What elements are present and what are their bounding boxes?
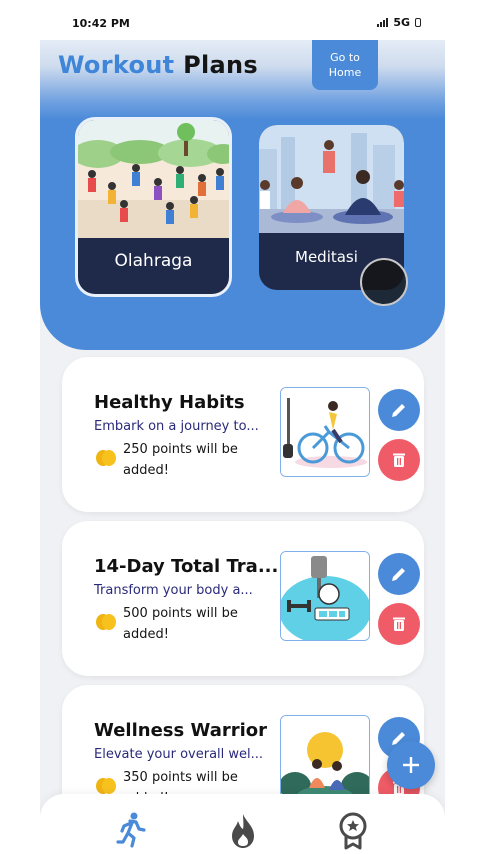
signal-icon: [377, 18, 389, 27]
plan-points-line-1: 350 points will be: [123, 770, 238, 785]
coin-icon: [96, 614, 116, 630]
plan-points-line-1: 250 points will be: [123, 442, 238, 457]
plan-points-line-1: 500 points will be: [123, 606, 238, 621]
trash-icon: [393, 617, 405, 631]
pencil-icon: [392, 568, 405, 581]
plan-title: 14-Day Total Tra...: [94, 556, 279, 577]
plan-card[interactable]: Healthy Habits Embark on a journey to...…: [62, 357, 424, 512]
cycling-illustration: [281, 388, 369, 476]
add-plan-button[interactable]: [387, 741, 435, 789]
pencil-icon: [392, 404, 405, 417]
plan-thumbnail: [280, 715, 370, 805]
delete-button[interactable]: [378, 603, 420, 645]
category-card-olahraga[interactable]: Olahraga: [75, 117, 232, 297]
battery-icon: [415, 18, 421, 27]
wellness-illustration: [281, 716, 369, 804]
status-indicators: 5G: [377, 16, 421, 29]
plan-description: Embark on a journey to...: [94, 419, 259, 434]
status-time: 10:42 PM: [72, 17, 130, 30]
fitness-equipment-illustration: [281, 552, 369, 640]
coin-icon: [96, 778, 116, 794]
plan-points: 500 points will be added!: [123, 603, 263, 645]
nav-rewards[interactable]: [336, 810, 370, 850]
flame-icon: [232, 814, 254, 848]
status-bar: 10:42 PM 5G: [40, 0, 445, 40]
plan-thumbnail: [280, 551, 370, 641]
network-label: 5G: [393, 16, 410, 29]
bottom-navigation: [40, 794, 445, 854]
delete-button[interactable]: [378, 439, 420, 481]
header-panel: Workout Plans Go to Home Olahraga Medita…: [40, 40, 445, 350]
plan-description: Transform your body a...: [94, 583, 253, 598]
trash-icon: [393, 453, 405, 467]
plan-points-line-2: added!: [123, 627, 169, 642]
plan-points-line-2: added!: [123, 463, 169, 478]
touch-indicator: [360, 258, 408, 306]
category-label-olahraga: Olahraga: [114, 251, 193, 271]
go-to-home-button[interactable]: Go to Home: [312, 40, 378, 90]
page-title-word-1: Workout: [58, 51, 175, 79]
edit-button[interactable]: [378, 553, 420, 595]
go-to-home-label-line-1: Go to: [330, 51, 360, 64]
running-icon: [116, 812, 146, 848]
plan-title: Wellness Warrior: [94, 720, 268, 741]
page-title: Workout Plans: [58, 51, 258, 79]
plan-points: 250 points will be added!: [123, 439, 263, 481]
award-medal-icon: [339, 812, 367, 850]
page-title-word-2: Plans: [183, 51, 258, 79]
nav-calories[interactable]: [226, 810, 260, 850]
sports-illustration: [78, 120, 229, 238]
plan-card[interactable]: 14-Day Total Tra... Transform your body …: [62, 521, 424, 676]
plan-title: Healthy Habits: [94, 392, 245, 413]
phone-screen: 10:42 PM 5G Workout Plans Go to Home Ola…: [40, 0, 445, 854]
coin-icon: [96, 450, 116, 466]
edit-button[interactable]: [378, 389, 420, 431]
plus-icon: [403, 757, 419, 773]
meditation-illustration: [259, 125, 404, 233]
plan-description: Elevate your overall wel...: [94, 747, 264, 762]
nav-workout[interactable]: [114, 810, 148, 850]
go-to-home-label-line-2: Home: [328, 66, 362, 79]
plan-thumbnail: [280, 387, 370, 477]
